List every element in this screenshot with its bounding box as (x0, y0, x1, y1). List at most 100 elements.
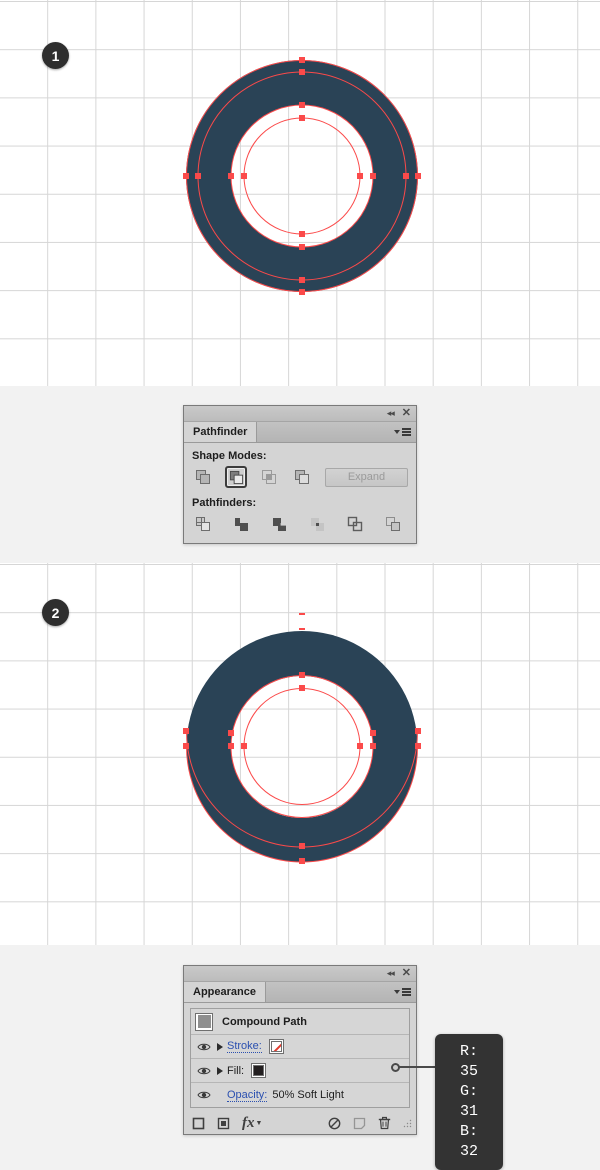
anchor-point[interactable] (415, 173, 421, 179)
artwork-step-2[interactable] (183, 613, 421, 865)
shape-mode-exclude-button[interactable] (291, 466, 313, 488)
anchor-point[interactable] (183, 743, 189, 749)
eye-icon (197, 1067, 211, 1074)
anchor-point[interactable] (299, 244, 305, 250)
duplicate-selected-item-icon[interactable] (353, 1117, 366, 1130)
anchor-point[interactable] (299, 289, 305, 295)
anchor-point[interactable] (299, 69, 305, 75)
appearance-fill-label[interactable]: Fill: (227, 1065, 244, 1077)
divide-icon (195, 516, 210, 531)
object-thumbnail-icon (195, 1012, 213, 1031)
anchor-point[interactable] (183, 173, 189, 179)
hole-guide-path (243, 688, 361, 805)
callout-b-value: B: 32 (459, 1123, 478, 1160)
anchor-point[interactable] (299, 277, 305, 283)
anchor-point[interactable] (299, 858, 305, 864)
pathfinder-divide-button[interactable] (192, 513, 214, 535)
expand-button-label: Expand (347, 471, 386, 483)
anchor-point[interactable] (403, 173, 409, 179)
eye-icon (197, 1091, 211, 1099)
panel-menu-icon[interactable] (394, 428, 411, 436)
appearance-opacity-label[interactable]: Opacity: (227, 1089, 268, 1102)
shape-mode-unite-button[interactable] (192, 466, 214, 488)
disclosure-triangle-icon[interactable] (213, 1066, 227, 1075)
anchor-point[interactable] (228, 730, 234, 736)
step-badge-2: 2 (42, 599, 69, 626)
anchor-point[interactable] (241, 743, 247, 749)
anchor-point[interactable] (299, 102, 305, 108)
appearance-panel: ◂◂ ✕ Appearance Compound Path Stroke: Fi… (183, 965, 417, 1135)
visibility-eye-icon[interactable] (195, 1042, 213, 1052)
anchor-point[interactable] (195, 173, 201, 179)
close-icon[interactable]: ✕ (402, 968, 411, 979)
tab-appearance[interactable]: Appearance (184, 982, 266, 1002)
fill-color-swatch[interactable] (251, 1063, 267, 1078)
shape-modes-label: Shape Modes: (192, 450, 267, 462)
anchor-point[interactable] (370, 730, 376, 736)
pathfinder-outline-button[interactable] (344, 513, 366, 535)
donut-ring-extruded-svg (183, 613, 421, 864)
pathfinder-trim-button[interactable] (230, 513, 252, 535)
visibility-eye-icon[interactable] (195, 1090, 213, 1100)
tab-appearance-label: Appearance (193, 986, 256, 998)
anchor-point[interactable] (228, 743, 234, 749)
anchor-point[interactable] (299, 672, 305, 678)
panel-resize-grip-icon[interactable] (403, 1119, 412, 1128)
anchor-point[interactable] (357, 173, 363, 179)
anchor-point[interactable] (228, 173, 234, 179)
unite-icon (196, 470, 210, 484)
disclosure-triangle-icon[interactable] (213, 1042, 227, 1051)
shape-mode-minus-front-button[interactable] (225, 466, 247, 488)
crop-icon (310, 517, 324, 531)
rgb-callout: R: 35 G: 31 B: 32 (435, 1034, 503, 1170)
add-new-effect-icon[interactable]: fx ▼ (242, 1115, 262, 1132)
appearance-object-row[interactable]: Compound Path (191, 1009, 409, 1035)
shape-mode-intersect-button[interactable] (258, 466, 280, 488)
add-new-stroke-icon[interactable] (192, 1117, 205, 1130)
appearance-footer-toolbar: fx ▼ (184, 1112, 416, 1134)
appearance-titlebar: ◂◂ ✕ (184, 966, 416, 982)
pathfinder-panel: ◂◂ ✕ Pathfinder Shape Modes: Expand Path… (183, 405, 417, 544)
delete-selected-item-icon[interactable] (378, 1116, 391, 1130)
stroke-color-swatch[interactable] (268, 1039, 284, 1054)
panel-menu-icon[interactable] (394, 988, 411, 996)
add-new-fill-icon[interactable] (217, 1117, 230, 1130)
close-icon[interactable]: ✕ (402, 408, 411, 419)
anchor-point[interactable] (370, 173, 376, 179)
donut-ring-flat-svg (183, 57, 421, 295)
anchor-point[interactable] (370, 743, 376, 749)
none-swatch-icon (270, 1041, 282, 1052)
anchor-point[interactable] (415, 728, 421, 734)
anchor-tick[interactable] (299, 613, 305, 615)
anchor-point[interactable] (299, 57, 305, 63)
donut-top-face (186, 631, 418, 862)
tab-pathfinder[interactable]: Pathfinder (184, 422, 258, 442)
anchor-point[interactable] (299, 115, 305, 121)
expand-button[interactable]: Expand (325, 467, 408, 487)
pathfinder-body: Shape Modes: Expand Pathfinders: (184, 443, 416, 543)
step-badge-1: 1 (42, 42, 69, 69)
pathfinder-crop-button[interactable] (306, 513, 328, 535)
appearance-row-fill[interactable]: Fill: (191, 1059, 409, 1083)
appearance-row-stroke[interactable]: Stroke: (191, 1035, 409, 1059)
anchor-point[interactable] (415, 743, 421, 749)
artwork-step-1[interactable] (183, 57, 421, 295)
callout-g-value: G: 31 (459, 1083, 478, 1120)
appearance-stroke-label[interactable]: Stroke: (227, 1040, 262, 1053)
visibility-eye-icon[interactable] (195, 1066, 213, 1076)
collapse-icon[interactable]: ◂◂ (387, 409, 395, 418)
hole-selection-path (230, 675, 374, 818)
anchor-tick[interactable] (299, 628, 305, 630)
anchor-point[interactable] (183, 728, 189, 734)
anchor-point[interactable] (299, 843, 305, 849)
anchor-point[interactable] (241, 173, 247, 179)
pathfinder-merge-button[interactable] (268, 513, 290, 535)
appearance-row-opacity[interactable]: Opacity: 50% Soft Light (191, 1083, 409, 1107)
clear-appearance-icon[interactable] (328, 1117, 341, 1130)
anchor-point[interactable] (299, 231, 305, 237)
anchor-point[interactable] (299, 685, 305, 691)
pathfinder-minus-back-button[interactable] (382, 513, 404, 535)
collapse-icon[interactable]: ◂◂ (387, 969, 395, 978)
outline-icon (347, 516, 362, 531)
anchor-point[interactable] (357, 743, 363, 749)
